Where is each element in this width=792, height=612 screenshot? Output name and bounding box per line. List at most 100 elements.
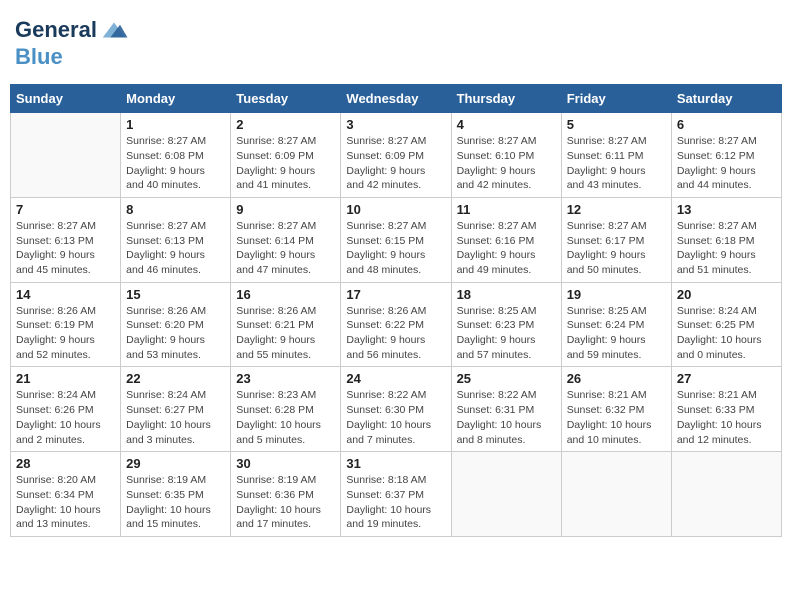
calendar-cell: 20 Sunrise: 8:24 AMSunset: 6:25 PMDayligh… <box>671 282 781 367</box>
day-number: 29 <box>126 456 225 471</box>
day-number: 6 <box>677 117 776 132</box>
calendar-cell: 1 Sunrise: 8:27 AMSunset: 6:08 PMDaylight… <box>121 113 231 198</box>
weekday-header-thursday: Thursday <box>451 85 561 113</box>
day-info: Sunrise: 8:20 AMSunset: 6:34 PMDaylight:… <box>16 473 115 532</box>
calendar-cell: 11Sunrise: 8:27 AMSunset: 6:16 PMDayligh… <box>451 197 561 282</box>
calendar-cell: 26Sunrise: 8:21 AMSunset: 6:32 PMDayligh… <box>561 367 671 452</box>
day-info: Sunrise: 8:19 AMSunset: 6:36 PMDaylight:… <box>236 473 335 532</box>
logo-text: General <box>15 18 97 42</box>
day-number: 30 <box>236 456 335 471</box>
day-info: Sunrise: 8:27 AMSunset: 6:13 PMDaylight:… <box>126 219 225 278</box>
day-number: 4 <box>457 117 556 132</box>
weekday-header-friday: Friday <box>561 85 671 113</box>
calendar-cell <box>451 452 561 537</box>
calendar-week-2: 7Sunrise: 8:27 AMSunset: 6:13 PMDaylight… <box>11 197 782 282</box>
weekday-header-monday: Monday <box>121 85 231 113</box>
day-info: Sunrise: 8:27 AMSunset: 6:08 PMDaylight:… <box>126 134 225 193</box>
calendar-table: SundayMondayTuesdayWednesdayThursdayFrid… <box>10 84 782 537</box>
calendar-cell: 13Sunrise: 8:27 AMSunset: 6:18 PMDayligh… <box>671 197 781 282</box>
day-number: 18 <box>457 287 556 302</box>
calendar-cell: 2Sunrise: 8:27 AMSunset: 6:09 PMDaylight… <box>231 113 341 198</box>
calendar-cell: 19 Sunrise: 8:25 AMSunset: 6:24 PMDayligh… <box>561 282 671 367</box>
day-number: 25 <box>457 371 556 386</box>
day-number: 17 <box>346 287 445 302</box>
day-number: 20 <box>677 287 776 302</box>
calendar-cell: 25 Sunrise: 8:22 AMSunset: 6:31 PMDayligh… <box>451 367 561 452</box>
calendar-cell: 28 Sunrise: 8:20 AMSunset: 6:34 PMDayligh… <box>11 452 121 537</box>
calendar-cell: 4 Sunrise: 8:27 AMSunset: 6:10 PMDaylight… <box>451 113 561 198</box>
day-number: 24 <box>346 371 445 386</box>
calendar-cell: 29 Sunrise: 8:19 AMSunset: 6:35 PMDayligh… <box>121 452 231 537</box>
calendar-week-3: 14 Sunrise: 8:26 AMSunset: 6:19 PMDayligh… <box>11 282 782 367</box>
day-number: 23 <box>236 371 335 386</box>
page-header: General Blue <box>10 10 782 74</box>
day-info: Sunrise: 8:26 AMSunset: 6:20 PMDaylight:… <box>126 304 225 363</box>
calendar-cell: 5 Sunrise: 8:27 AMSunset: 6:11 PMDaylight… <box>561 113 671 198</box>
calendar-cell: 15 Sunrise: 8:26 AMSunset: 6:20 PMDayligh… <box>121 282 231 367</box>
calendar-week-1: 1 Sunrise: 8:27 AMSunset: 6:08 PMDaylight… <box>11 113 782 198</box>
day-number: 3 <box>346 117 445 132</box>
day-info: Sunrise: 8:27 AMSunset: 6:16 PMDaylight:… <box>457 219 556 278</box>
calendar-cell: 14 Sunrise: 8:26 AMSunset: 6:19 PMDayligh… <box>11 282 121 367</box>
day-info: Sunrise: 8:27 AMSunset: 6:10 PMDaylight:… <box>457 134 556 193</box>
day-info: Sunrise: 8:22 AMSunset: 6:30 PMDaylight:… <box>346 388 445 447</box>
day-info: Sunrise: 8:23 AMSunset: 6:28 PMDaylight:… <box>236 388 335 447</box>
day-info: Sunrise: 8:27 AMSunset: 6:14 PMDaylight:… <box>236 219 335 278</box>
day-info: Sunrise: 8:21 AMSunset: 6:33 PMDaylight:… <box>677 388 776 447</box>
calendar-week-4: 21Sunrise: 8:24 AMSunset: 6:26 PMDayligh… <box>11 367 782 452</box>
day-number: 26 <box>567 371 666 386</box>
day-info: Sunrise: 8:25 AMSunset: 6:24 PMDaylight:… <box>567 304 666 363</box>
day-number: 8 <box>126 202 225 217</box>
day-number: 19 <box>567 287 666 302</box>
day-number: 15 <box>126 287 225 302</box>
calendar-cell: 7Sunrise: 8:27 AMSunset: 6:13 PMDaylight… <box>11 197 121 282</box>
weekday-header-tuesday: Tuesday <box>231 85 341 113</box>
day-number: 28 <box>16 456 115 471</box>
logo-icon <box>99 15 129 45</box>
calendar-cell: 9 Sunrise: 8:27 AMSunset: 6:14 PMDaylight… <box>231 197 341 282</box>
day-info: Sunrise: 8:27 AMSunset: 6:11 PMDaylight:… <box>567 134 666 193</box>
day-info: Sunrise: 8:27 AMSunset: 6:12 PMDaylight:… <box>677 134 776 193</box>
day-info: Sunrise: 8:27 AMSunset: 6:17 PMDaylight:… <box>567 219 666 278</box>
calendar-cell <box>671 452 781 537</box>
day-info: Sunrise: 8:24 AMSunset: 6:25 PMDaylight:… <box>677 304 776 363</box>
day-info: Sunrise: 8:26 AMSunset: 6:21 PMDaylight:… <box>236 304 335 363</box>
day-number: 12 <box>567 202 666 217</box>
weekday-header-saturday: Saturday <box>671 85 781 113</box>
calendar-cell <box>11 113 121 198</box>
calendar-cell: 31Sunrise: 8:18 AMSunset: 6:37 PMDayligh… <box>341 452 451 537</box>
day-number: 9 <box>236 202 335 217</box>
calendar-cell: 23 Sunrise: 8:23 AMSunset: 6:28 PMDayligh… <box>231 367 341 452</box>
day-number: 1 <box>126 117 225 132</box>
calendar-cell: 3 Sunrise: 8:27 AMSunset: 6:09 PMDaylight… <box>341 113 451 198</box>
day-info: Sunrise: 8:26 AMSunset: 6:19 PMDaylight:… <box>16 304 115 363</box>
day-info: Sunrise: 8:27 AMSunset: 6:13 PMDaylight:… <box>16 219 115 278</box>
day-number: 5 <box>567 117 666 132</box>
calendar-cell: 22 Sunrise: 8:24 AMSunset: 6:27 PMDayligh… <box>121 367 231 452</box>
logo-blue: Blue <box>15 44 63 69</box>
calendar-cell: 18 Sunrise: 8:25 AMSunset: 6:23 PMDayligh… <box>451 282 561 367</box>
day-info: Sunrise: 8:19 AMSunset: 6:35 PMDaylight:… <box>126 473 225 532</box>
calendar-cell: 6 Sunrise: 8:27 AMSunset: 6:12 PMDaylight… <box>671 113 781 198</box>
weekday-header-sunday: Sunday <box>11 85 121 113</box>
calendar-cell <box>561 452 671 537</box>
day-number: 22 <box>126 371 225 386</box>
day-number: 27 <box>677 371 776 386</box>
day-number: 14 <box>16 287 115 302</box>
day-info: Sunrise: 8:26 AMSunset: 6:22 PMDaylight:… <box>346 304 445 363</box>
calendar-cell: 10 Sunrise: 8:27 AMSunset: 6:15 PMDayligh… <box>341 197 451 282</box>
day-info: Sunrise: 8:25 AMSunset: 6:23 PMDaylight:… <box>457 304 556 363</box>
weekday-header-row: SundayMondayTuesdayWednesdayThursdayFrid… <box>11 85 782 113</box>
day-number: 10 <box>346 202 445 217</box>
calendar-cell: 16Sunrise: 8:26 AMSunset: 6:21 PMDayligh… <box>231 282 341 367</box>
calendar-week-5: 28 Sunrise: 8:20 AMSunset: 6:34 PMDayligh… <box>11 452 782 537</box>
calendar-cell: 27 Sunrise: 8:21 AMSunset: 6:33 PMDayligh… <box>671 367 781 452</box>
day-info: Sunrise: 8:27 AMSunset: 6:15 PMDaylight:… <box>346 219 445 278</box>
day-info: Sunrise: 8:27 AMSunset: 6:09 PMDaylight:… <box>346 134 445 193</box>
day-info: Sunrise: 8:27 AMSunset: 6:18 PMDaylight:… <box>677 219 776 278</box>
day-info: Sunrise: 8:24 AMSunset: 6:26 PMDaylight:… <box>16 388 115 447</box>
calendar-cell: 12 Sunrise: 8:27 AMSunset: 6:17 PMDayligh… <box>561 197 671 282</box>
day-info: Sunrise: 8:24 AMSunset: 6:27 PMDaylight:… <box>126 388 225 447</box>
calendar-cell: 8 Sunrise: 8:27 AMSunset: 6:13 PMDaylight… <box>121 197 231 282</box>
day-info: Sunrise: 8:22 AMSunset: 6:31 PMDaylight:… <box>457 388 556 447</box>
